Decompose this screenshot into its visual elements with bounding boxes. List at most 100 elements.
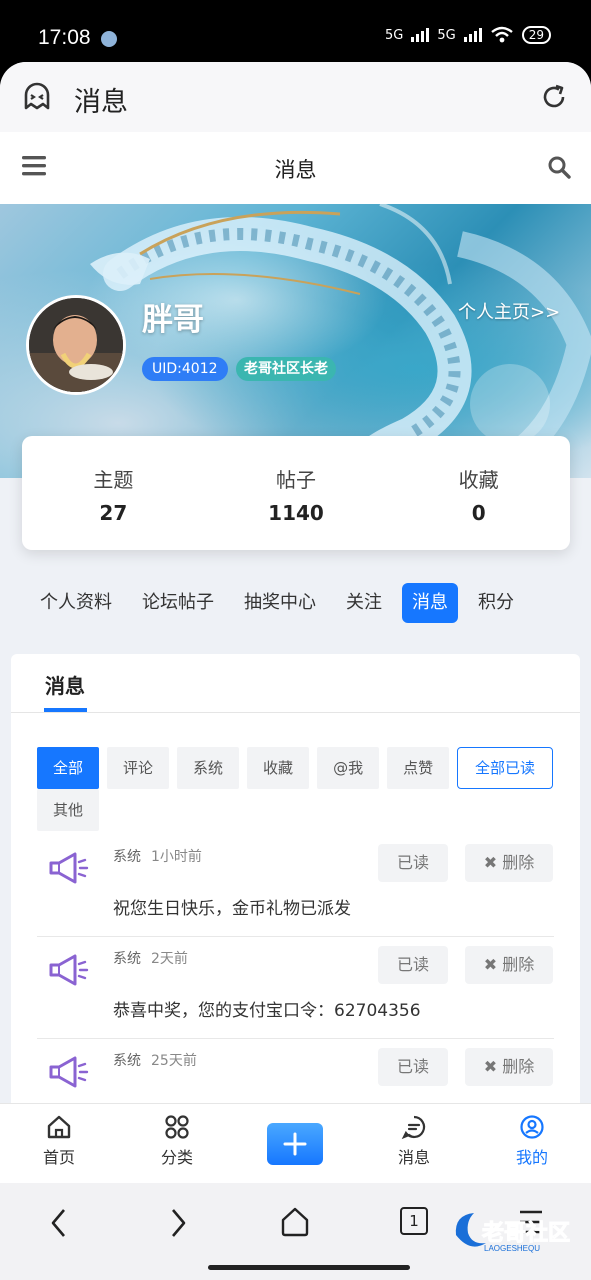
network-label-1: 5G <box>385 27 404 43</box>
delete-label: 删除 <box>502 853 535 872</box>
nav-messages[interactable]: 消息 <box>369 1114 459 1168</box>
wifi-icon <box>490 26 513 43</box>
app-bar: 消息 <box>0 62 591 132</box>
mark-read-button[interactable]: 已读 <box>378 1048 448 1086</box>
tabs-button[interactable]: 1 <box>400 1207 428 1235</box>
filter-other[interactable]: 其他 <box>37 789 100 831</box>
panel-title[interactable]: 消息 <box>45 670 85 699</box>
app-sheet: 消息 消息 胖哥 UID:4012 老哥社区长老 个人主页>> 主题 27 帖子… <box>0 62 591 1280</box>
tab-lottery[interactable]: 抽奖中心 <box>234 583 326 623</box>
close-icon: ✖ <box>483 955 498 974</box>
mark-read-button[interactable]: 已读 <box>378 946 448 984</box>
message-type: 系统 <box>113 1053 141 1069</box>
filter-mention[interactable]: @我 <box>317 747 380 789</box>
message-time: 2天前 <box>151 951 188 967</box>
message-time: 25天前 <box>151 1053 197 1069</box>
nav-category[interactable]: 分类 <box>132 1114 222 1168</box>
filter-chips: 全部 评论 系统 收藏 @我 点赞 其他 <box>37 747 457 831</box>
delete-button[interactable]: ✖ 删除 <box>465 844 553 882</box>
message-meta: 系统 25天前 <box>113 1050 197 1070</box>
status-icons: 5G 5G 29 <box>385 26 551 44</box>
top-nav: 消息 <box>0 132 591 205</box>
svg-text:老哥社区: 老哥社区 <box>481 1220 570 1245</box>
signal-icon <box>463 28 482 42</box>
back-icon[interactable] <box>47 1207 71 1239</box>
stat-value: 0 <box>471 501 486 525</box>
battery-icon: 29 <box>521 26 551 44</box>
message-type: 系统 <box>113 849 141 865</box>
message-meta: 系统 1小时前 <box>113 846 202 866</box>
message-item[interactable]: 系统 1小时前 已读 ✖ 删除 祝您生日快乐，金币礼物已派发 <box>37 834 554 937</box>
message-text: 祝您生日快乐，金币礼物已派发 <box>113 899 351 919</box>
stat-posts[interactable]: 帖子 1140 <box>205 436 388 550</box>
stats-card: 主题 27 帖子 1140 收藏 0 <box>22 436 570 550</box>
signal-icon <box>411 28 430 42</box>
stat-value: 1140 <box>268 501 324 525</box>
profile-tabs: 个人资料 论坛帖子 抽奖中心 关注 消息 积分 <box>30 583 534 623</box>
message-time: 1小时前 <box>151 849 202 865</box>
megaphone-icon <box>49 954 89 986</box>
stat-topics[interactable]: 主题 27 <box>22 436 205 550</box>
user-circle-icon <box>520 1115 544 1139</box>
nav-label: 消息 <box>397 1148 430 1167</box>
filter-like[interactable]: 点赞 <box>387 747 450 789</box>
tab-forum-posts[interactable]: 论坛帖子 <box>132 583 224 623</box>
message-type: 系统 <box>113 951 141 967</box>
post-button[interactable] <box>267 1123 323 1165</box>
app-title: 消息 <box>74 87 128 118</box>
divider <box>11 712 580 713</box>
avatar[interactable] <box>26 295 126 395</box>
stat-value: 27 <box>99 501 128 525</box>
uid-badge: UID:4012 <box>142 357 228 381</box>
username: 胖哥 <box>142 302 204 338</box>
nav-home[interactable]: 首页 <box>14 1114 104 1168</box>
stat-label: 主题 <box>93 468 134 492</box>
delete-button[interactable]: ✖ 删除 <box>465 1048 553 1086</box>
close-icon: ✖ <box>483 853 498 872</box>
search-icon[interactable] <box>547 155 571 179</box>
browser-home-icon[interactable] <box>280 1206 310 1238</box>
forward-icon[interactable] <box>166 1207 190 1239</box>
mark-all-read-button[interactable]: 全部已读 <box>457 747 553 789</box>
message-meta: 系统 2天前 <box>113 948 188 968</box>
home-indicator <box>208 1265 410 1270</box>
notification-dot-icon <box>101 31 117 47</box>
filter-favorite[interactable]: 收藏 <box>247 747 310 789</box>
stat-label: 收藏 <box>458 468 499 492</box>
filter-system[interactable]: 系统 <box>177 747 240 789</box>
refresh-icon[interactable] <box>540 83 568 111</box>
mark-read-button[interactable]: 已读 <box>378 844 448 882</box>
tab-follow[interactable]: 关注 <box>336 583 392 623</box>
megaphone-icon <box>49 1056 89 1088</box>
stat-favorites[interactable]: 收藏 0 <box>387 436 570 550</box>
tab-messages[interactable]: 消息 <box>402 583 458 623</box>
ghost-icon[interactable] <box>22 82 52 112</box>
message-text: 恭喜中奖，您的支付宝口令：62704356 <box>113 1001 421 1021</box>
watermark-logo: 老哥社区 LAOGESHEQU <box>452 1205 576 1257</box>
message-item[interactable]: 系统 2天前 已读 ✖ 删除 恭喜中奖，您的支付宝口令：62704356 <box>37 936 554 1039</box>
rank-badge: 老哥社区长老 <box>236 357 336 381</box>
delete-label: 删除 <box>502 1057 535 1076</box>
delete-label: 删除 <box>502 955 535 974</box>
homepage-link[interactable]: 个人主页>> <box>458 298 560 324</box>
nav-mine[interactable]: 我的 <box>487 1114 577 1168</box>
svg-text:LAOGESHEQU: LAOGESHEQU <box>484 1244 540 1253</box>
bottom-nav: 首页 分类 消息 我的 <box>0 1103 591 1184</box>
status-bar: 17:08 5G 5G 29 <box>0 0 591 62</box>
stat-label: 帖子 <box>276 468 316 492</box>
filter-comment[interactable]: 评论 <box>107 747 170 789</box>
home-icon <box>47 1115 71 1139</box>
tab-points[interactable]: 积分 <box>468 583 524 623</box>
nav-label: 分类 <box>160 1148 193 1167</box>
nav-label: 首页 <box>42 1148 75 1167</box>
message-icon <box>401 1115 426 1140</box>
megaphone-icon <box>49 852 89 884</box>
delete-button[interactable]: ✖ 删除 <box>465 946 553 984</box>
close-icon: ✖ <box>483 1057 498 1076</box>
filter-all[interactable]: 全部 <box>37 747 100 789</box>
nav-label: 我的 <box>515 1148 548 1167</box>
network-label-2: 5G <box>437 27 456 43</box>
tab-profile[interactable]: 个人资料 <box>30 583 122 623</box>
status-time: 17:08 <box>38 26 91 49</box>
grid-icon <box>165 1115 189 1139</box>
